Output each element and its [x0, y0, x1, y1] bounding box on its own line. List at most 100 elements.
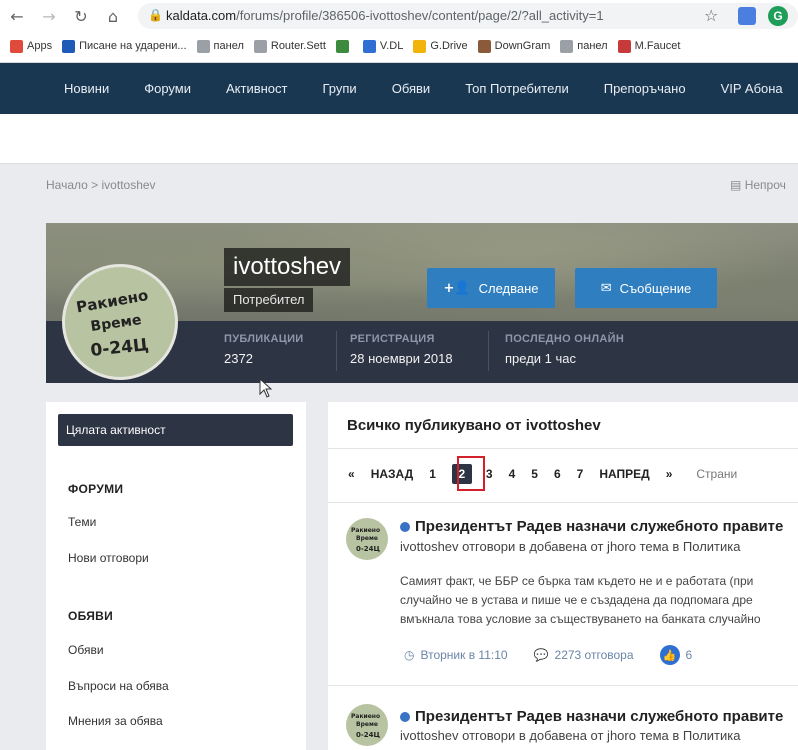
divider [328, 448, 798, 449]
post-excerpt-line: случайно че в устава и пише че е създаде… [400, 593, 753, 607]
bookmark-item[interactable]: V.DL [362, 39, 403, 53]
post-title-link[interactable]: Президентът Радев назначи служебното пра… [400, 708, 783, 725]
avatar-text-line-2: Време [90, 312, 143, 335]
bookmark-favicon-icon [62, 39, 76, 53]
bookmark-star-icon[interactable]: ☆ [704, 6, 718, 25]
bookmark-favicon-icon [413, 39, 427, 53]
url-text[interactable]: kaldata.com/forums/profile/386506-ivotto… [166, 8, 604, 23]
bookmark-item[interactable]: M.Faucet [617, 39, 681, 53]
sidebar-item-new-replies[interactable]: Нови отговори [68, 551, 149, 565]
breadcrumb-home[interactable]: Начало [46, 178, 88, 192]
like-thumb-icon[interactable]: 👍 [659, 645, 680, 665]
address-bar[interactable]: 🔒 kaldata.com/forums/profile/386506-ivot… [138, 3, 798, 29]
pagination-page-4[interactable]: 4 [509, 467, 516, 481]
sidebar-item-ad-questions[interactable]: Въпроси на обява [68, 679, 169, 693]
unread-dot-icon [400, 711, 410, 722]
pagination-next[interactable]: НАПРЕД [599, 467, 649, 481]
clock-icon: ◷ [404, 648, 415, 662]
post-excerpt-line: Самият факт, че ББР се бърка там където … [400, 574, 754, 588]
sidebar-item-ads[interactable]: Обяви [68, 643, 104, 657]
bookmark-label: Router.Sett [270, 40, 326, 52]
post-excerpt: Самият факт, че ББР се бърка там където … [400, 572, 761, 629]
bookmark-item[interactable]: Router.Sett [253, 39, 326, 53]
bookmark-item[interactable] [335, 39, 353, 53]
bookmark-item[interactable]: G.Drive [413, 39, 468, 53]
bookmark-item[interactable]: Apps [10, 39, 52, 53]
bookmark-favicon-icon [335, 39, 349, 53]
profile-user-group: Потребител [224, 288, 314, 312]
post-date[interactable]: Вторник в 11:10 [420, 648, 507, 662]
profile-username: ivottoshev [224, 248, 351, 286]
pagination-page-3[interactable]: 3 [486, 467, 493, 481]
divider [328, 502, 798, 503]
nav-items: Новини Форуми Активност Групи Обяви Топ Потре… [64, 63, 798, 114]
browser-chrome: ← → ↻ ⌂ 🔒 kaldata.com/forums/profile/386… [0, 0, 798, 63]
sidebar-item-ad-reviews[interactable]: Мнения за обява [68, 714, 163, 728]
pagination-page-6[interactable]: 6 [554, 467, 561, 481]
nav-item[interactable]: Препоръчано [604, 81, 686, 96]
bookmark-item[interactable]: DownGram [477, 39, 551, 53]
envelope-icon: ✉ [600, 280, 612, 296]
follow-button[interactable]: +👤 Следване [427, 268, 555, 308]
message-button[interactable]: ✉ Съобщение [575, 268, 717, 308]
bookmark-item[interactable]: панел [196, 39, 244, 53]
nav-item[interactable]: Активност [226, 81, 288, 96]
home-icon[interactable]: ⌂ [104, 7, 122, 26]
sidebar-item-topics[interactable]: Теми [68, 515, 96, 529]
bookmark-favicon-icon [10, 39, 23, 53]
profile-avatar[interactable]: Ракиено Време 0-24Ц [62, 264, 178, 380]
post-title-link[interactable]: Президентът Радев назначи служебното пра… [400, 518, 783, 535]
back-arrow-icon[interactable]: ← [8, 7, 26, 26]
forward-arrow-icon[interactable]: → [40, 7, 58, 26]
nav-item[interactable]: Форуми [144, 81, 191, 96]
post-author-avatar[interactable]: Ракиено Време 0-24Ц [346, 704, 388, 746]
avatar-text-line-3: 0-24Ц [356, 731, 381, 739]
post-replies[interactable]: 2273 отговора [555, 648, 634, 662]
pagination-first[interactable]: « [348, 467, 355, 481]
activity-title: Всичко публикувано от ivottoshev [347, 417, 601, 434]
nav-item[interactable]: VIP Абона [721, 81, 783, 96]
stat-divider [336, 331, 337, 371]
post-meta: ivottoshev отговори в добавена от jhoro … [400, 539, 741, 554]
nav-item[interactable]: Групи [323, 81, 357, 96]
avatar-text-line-3: 0-24Ц [90, 335, 150, 361]
breadcrumb-current[interactable]: ivottoshev [102, 178, 156, 192]
unread-link[interactable]: ▤ Непроч [730, 178, 786, 192]
bookmark-item[interactable]: Писане на ударени... [62, 39, 187, 53]
unread-icon: ▤ [730, 178, 742, 192]
pagination-page-7[interactable]: 7 [577, 467, 584, 481]
activity-stream: Всичко публикувано от ivottoshev « НАЗАД… [328, 402, 798, 750]
bookmark-favicon-icon [196, 39, 210, 53]
bookmark-item[interactable]: панел [560, 39, 608, 53]
bookmark-label: M.Faucet [634, 40, 681, 52]
current-page-highlight-box [457, 456, 485, 491]
grammarly-extension-icon[interactable]: G [768, 6, 788, 26]
nav-item[interactable]: Обяви [392, 81, 430, 96]
pagination-last[interactable]: » [666, 467, 673, 481]
bookmark-favicon-icon [617, 39, 631, 53]
avatar-drawing: Ракиено Време 0-24Ц [351, 527, 381, 553]
reload-icon[interactable]: ↻ [72, 7, 90, 26]
translate-extension-icon[interactable] [738, 7, 756, 25]
bookmark-label: DownGram [494, 40, 551, 52]
sidebar-item-all-activity[interactable]: Цялата активност [58, 414, 293, 446]
site-navigation: Новини Форуми Активност Групи Обяви Топ Потре… [0, 63, 798, 114]
user-plus-icon: +👤 [443, 280, 471, 296]
bookmark-label: панел [213, 40, 244, 52]
breadcrumb: Начало > ivottoshev [46, 178, 156, 192]
bookmark-favicon-icon [362, 39, 376, 53]
pagination-page-5[interactable]: 5 [531, 467, 538, 481]
bookmark-favicon-icon [477, 39, 491, 53]
mouse-cursor-icon [259, 378, 273, 398]
sidebar-heading-ads: ОБЯВИ [68, 609, 114, 623]
comment-icon: 💬 [533, 648, 549, 662]
post-author-avatar[interactable]: Ракиено Време 0-24Ц [346, 518, 388, 560]
lock-icon[interactable]: 🔒 [148, 8, 163, 22]
nav-item[interactable]: Топ Потребители [465, 81, 569, 96]
post-footer: ◷ Вторник в 11:10 💬 2273 отговора 👍 6 [404, 645, 692, 665]
nav-item[interactable]: Новини [64, 81, 109, 96]
pagination-page-1[interactable]: 1 [429, 467, 436, 481]
activity-sidebar: Цялата активност ФОРУМИ Теми Нови отгово… [46, 402, 306, 750]
breadcrumb-separator: > [91, 178, 99, 192]
pagination-prev[interactable]: НАЗАД [371, 467, 414, 481]
